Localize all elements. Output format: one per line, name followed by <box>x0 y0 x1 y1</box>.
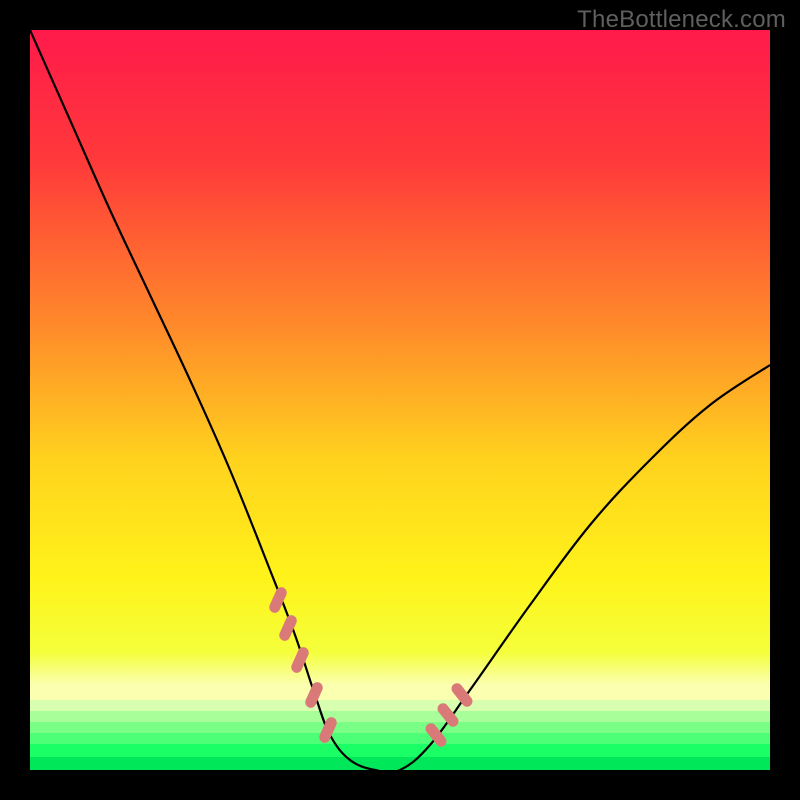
plot-area <box>30 30 770 770</box>
bottleneck-curve <box>30 30 770 770</box>
threshold-markers-right-seg <box>431 729 441 742</box>
threshold-markers-right-seg <box>457 689 467 702</box>
watermark-text: TheBottleneck.com <box>577 6 786 34</box>
chart-frame: TheBottleneck.com <box>0 0 800 800</box>
threshold-markers-left-seg <box>325 723 332 738</box>
threshold-markers-right-seg <box>443 709 453 722</box>
curve-layer <box>30 30 770 770</box>
threshold-markers-left-seg <box>311 688 318 703</box>
threshold-markers-left-seg <box>285 621 292 636</box>
threshold-markers-left-seg <box>297 653 304 668</box>
threshold-markers-left-seg <box>275 593 282 608</box>
